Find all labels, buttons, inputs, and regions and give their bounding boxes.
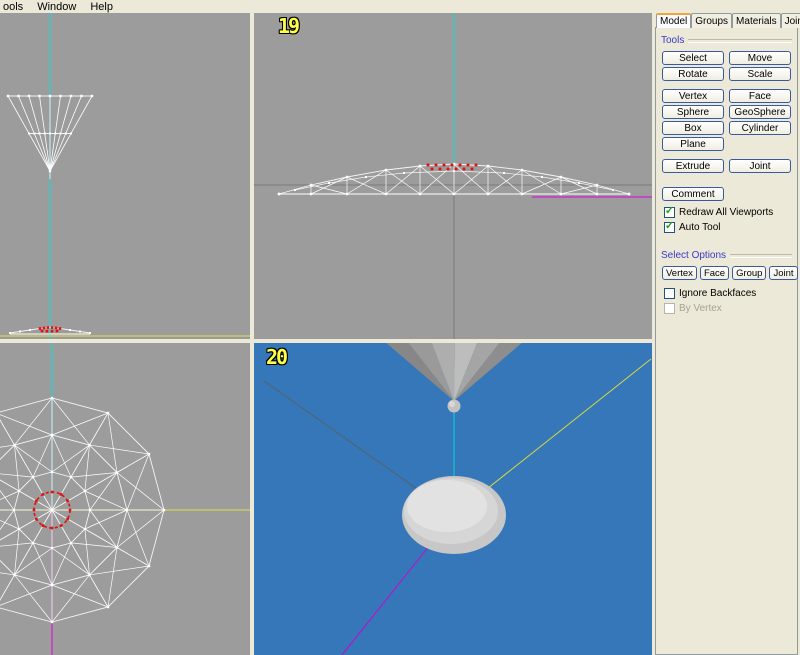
menu-tools[interactable]: ools bbox=[0, 0, 30, 13]
spacer bbox=[729, 137, 791, 151]
tab-model[interactable]: Model bbox=[656, 13, 691, 28]
spacer bbox=[662, 83, 791, 87]
3d-shaded-canvas bbox=[254, 343, 652, 655]
plane-button[interactable]: Plane bbox=[662, 137, 724, 151]
viewport-step-number: 20 bbox=[266, 347, 286, 367]
sphere-button[interactable]: Sphere bbox=[662, 105, 724, 119]
tools-checkboxes: ✓ Redraw All Viewports ✓ Auto Tool bbox=[664, 207, 792, 233]
side-panel: Model Groups Materials Joints Tools Sele… bbox=[655, 13, 799, 655]
spacer bbox=[661, 237, 792, 247]
extrude-button[interactable]: Extrude bbox=[662, 159, 724, 173]
auto-tool-checkbox[interactable]: ✓ Auto Tool bbox=[664, 222, 792, 233]
joint-button[interactable]: Joint bbox=[729, 159, 791, 173]
select-options-label: Select Options bbox=[661, 250, 726, 261]
dome-mesh bbox=[402, 476, 506, 554]
viewport-step-number: 19 bbox=[278, 16, 298, 36]
tools-label: Tools bbox=[661, 35, 684, 46]
side-wireframe-canvas bbox=[254, 13, 652, 339]
tools-buttons: Select Move Rotate Scale Vertex Face Sph… bbox=[661, 51, 792, 201]
tab-groups[interactable]: Groups bbox=[691, 13, 732, 28]
cone-mesh bbox=[384, 343, 524, 413]
joint-select-button[interactable]: Joint bbox=[769, 266, 797, 280]
rotate-button[interactable]: Rotate bbox=[662, 67, 724, 81]
menu-bar: ools Window Help bbox=[0, 0, 800, 13]
vertex-button[interactable]: Vertex bbox=[662, 89, 724, 103]
ignore-backfaces-checkbox[interactable]: ✓ Ignore Backfaces bbox=[664, 288, 792, 299]
box-button[interactable]: Box bbox=[662, 121, 724, 135]
spacer bbox=[729, 187, 791, 201]
tab-joints[interactable]: Joints bbox=[781, 13, 800, 28]
spacer bbox=[662, 153, 791, 157]
checkbox-box: ✓ bbox=[664, 288, 675, 299]
face-button[interactable]: Face bbox=[729, 89, 791, 103]
select-options-buttons: Vertex Face Group Joint bbox=[662, 266, 792, 280]
model-tab-page: Tools Select Move Rotate Scale Vertex Fa… bbox=[655, 27, 798, 655]
spacer bbox=[662, 175, 791, 179]
check-icon: ✓ bbox=[665, 206, 674, 217]
viewport-3d-shaded[interactable]: 20 bbox=[254, 343, 652, 655]
checkbox-box: ✓ bbox=[664, 303, 675, 314]
scale-button[interactable]: Scale bbox=[729, 67, 791, 81]
select-options-section-header: Select Options bbox=[661, 250, 792, 261]
comment-button[interactable]: Comment bbox=[662, 187, 724, 201]
checkbox-box: ✓ bbox=[664, 222, 675, 233]
select-options-checkboxes: ✓ Ignore Backfaces ✓ By Vertex bbox=[664, 288, 792, 314]
check-icon: ✓ bbox=[665, 221, 674, 232]
checkbox-label: Ignore Backfaces bbox=[679, 288, 756, 299]
menu-window[interactable]: Window bbox=[30, 0, 83, 13]
viewport-top-wireframe[interactable] bbox=[0, 343, 250, 655]
front-wireframe-canvas bbox=[0, 13, 250, 339]
checkbox-box: ✓ bbox=[664, 207, 675, 218]
section-rule bbox=[730, 254, 792, 258]
by-vertex-checkbox: ✓ By Vertex bbox=[664, 303, 792, 314]
spacer bbox=[662, 181, 791, 185]
top-wireframe-canvas bbox=[0, 343, 250, 655]
viewport-front-wireframe[interactable] bbox=[0, 13, 250, 339]
redraw-all-viewports-checkbox[interactable]: ✓ Redraw All Viewports bbox=[664, 207, 792, 218]
select-button[interactable]: Select bbox=[662, 51, 724, 65]
geosphere-button[interactable]: GeoSphere bbox=[729, 105, 791, 119]
cylinder-button[interactable]: Cylinder bbox=[729, 121, 791, 135]
tools-section-header: Tools bbox=[661, 35, 792, 46]
viewport-side-wireframe[interactable]: 19 bbox=[254, 13, 652, 339]
menu-help[interactable]: Help bbox=[83, 0, 120, 13]
panel-tabs: Model Groups Materials Joints bbox=[655, 13, 799, 28]
checkbox-label: By Vertex bbox=[679, 303, 722, 314]
checkbox-label: Redraw All Viewports bbox=[679, 207, 773, 218]
section-rule bbox=[688, 39, 792, 43]
checkbox-label: Auto Tool bbox=[679, 222, 721, 233]
move-button[interactable]: Move bbox=[729, 51, 791, 65]
vertex-select-button[interactable]: Vertex bbox=[662, 266, 697, 280]
group-select-button[interactable]: Group bbox=[732, 266, 766, 280]
tab-materials[interactable]: Materials bbox=[732, 13, 781, 28]
face-select-button[interactable]: Face bbox=[700, 266, 729, 280]
